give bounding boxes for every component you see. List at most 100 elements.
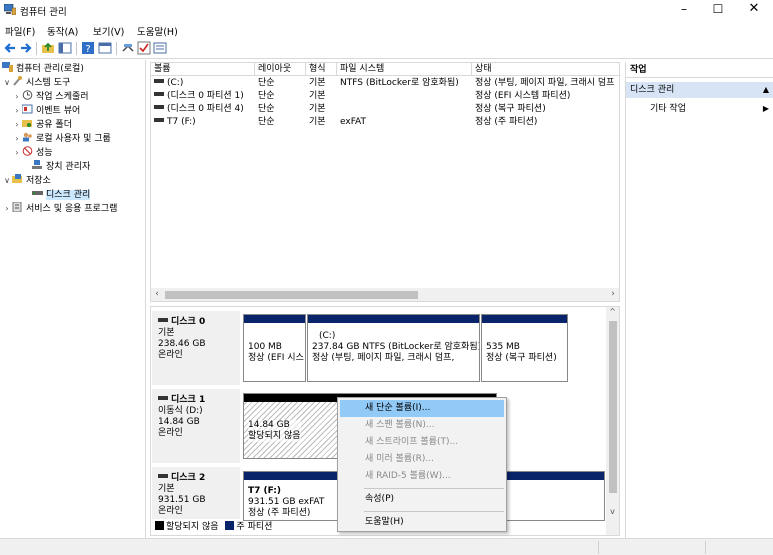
chevron-down-icon[interactable]: ∨	[2, 174, 12, 188]
menu-help[interactable]: 도움말(H)	[137, 24, 178, 38]
tree-item-performance[interactable]: › 성능	[12, 146, 53, 160]
actions-item-more-actions[interactable]: 기타 작업 ▶	[650, 102, 773, 116]
scroll-right-icon[interactable]: ›	[607, 288, 619, 301]
tree-item-services-apps[interactable]: › 서비스 및 응용 프로그램	[2, 202, 117, 216]
tree-item-disk-management[interactable]: 디스크 관리	[22, 188, 91, 202]
chevron-right-icon[interactable]: ›	[2, 202, 12, 216]
chevron-right-icon[interactable]: ›	[12, 146, 22, 160]
table-row[interactable]: (디스크 0 파티션 4) 단순 기본 정상 (복구 파티션)	[151, 103, 619, 116]
navigation-tree: 컴퓨터 관리(로컬) ∨ 시스템 도구 › 작업 스케줄러 › 이벤트 뷰어 › 공유 …	[0, 60, 146, 538]
horizontal-scrollbar[interactable]: ‹ ›	[151, 288, 619, 301]
menu-new-spanned-volume: 새 스팬 볼륨(N)...	[365, 420, 435, 430]
tree-item-task-scheduler[interactable]: › 작업 스케줄러	[12, 90, 89, 104]
actions-pane: 작업 디스크 관리 ▲ 기타 작업 ▶	[625, 62, 773, 538]
up-folder-icon[interactable]	[41, 41, 55, 55]
toolbar-separator	[76, 42, 77, 55]
tree-item-device-manager[interactable]: 장치 관리자	[22, 160, 90, 174]
close-button[interactable]: ✕	[737, 0, 771, 20]
partition-efi[interactable]: 100 MB 정상 (EFI 시스	[243, 314, 306, 382]
maximize-button[interactable]: ☐	[701, 0, 735, 20]
table-row[interactable]: (C:) 단순 기본 NTFS (BitLocker로 암호화됨) 정상 (부팅…	[151, 77, 619, 90]
partition-c[interactable]: (C:) 237.84 GB NTFS (BitLocker로 암호화됨) 정상…	[307, 314, 480, 382]
disk-management-icon	[32, 191, 43, 195]
computer-management-icon	[4, 4, 16, 15]
tree-item-shared-folders[interactable]: › 공유 폴더	[12, 118, 72, 132]
disk-icon	[158, 318, 168, 322]
volume-icon	[154, 92, 164, 96]
performance-icon	[22, 146, 33, 156]
status-divider	[598, 541, 599, 554]
back-arrow-icon[interactable]	[3, 41, 17, 55]
scroll-down-icon[interactable]: v	[606, 507, 619, 519]
help-icon[interactable]: ?	[81, 41, 95, 55]
column-header-type[interactable]: 형식	[306, 63, 337, 76]
legend-swatch-unallocated	[155, 521, 164, 530]
disk-0-label[interactable]: 디스크 0 기본 238.46 GB 온라인	[152, 311, 240, 385]
window-title: 컴퓨터 관리	[20, 7, 67, 18]
toolbar: ?	[0, 39, 773, 59]
table-row[interactable]: (디스크 0 파티션 1) 단순 기본 정상 (EFI 시스템 파티션)	[151, 90, 619, 103]
column-header-volume[interactable]: 볼륨	[151, 63, 255, 76]
scroll-up-icon[interactable]: ^	[606, 307, 619, 319]
chevron-right-icon[interactable]: ›	[12, 118, 22, 132]
menu-action[interactable]: 동작(A)	[47, 24, 78, 38]
volume-icon	[154, 105, 164, 109]
tree-item-system-tools[interactable]: ∨ 시스템 도구	[2, 76, 70, 90]
disk-2-label[interactable]: 디스크 2 기본 931.51 GB 온라인	[152, 467, 240, 519]
tree-item-local-users-groups[interactable]: › 로컬 사용자 및 그룹	[12, 132, 111, 146]
svg-text:?: ?	[85, 44, 90, 55]
show-tree-icon[interactable]	[58, 41, 72, 55]
tools-icon	[13, 76, 22, 86]
menu-new-raid5-volume: 새 RAID-5 볼륨(W)...	[365, 471, 451, 481]
forward-arrow-icon[interactable]	[19, 41, 33, 55]
column-header-status[interactable]: 상태	[472, 63, 619, 76]
toolbar-separator	[116, 42, 117, 55]
computer-management-icon	[2, 62, 13, 72]
computer-management-window: 컴퓨터 관리 – ☐ ✕ 파일(F) 동작(A) 보기(V) 도움말(H) ? …	[0, 0, 773, 555]
tree-item-storage[interactable]: ∨ 저장소	[2, 174, 51, 188]
users-icon	[23, 132, 32, 142]
menu-file[interactable]: 파일(F)	[5, 24, 35, 38]
chevron-right-icon[interactable]: ›	[12, 90, 22, 104]
toolbar-separator	[36, 42, 37, 55]
volume-list: 볼륨 레이아웃 형식 파일 시스템 상태 (C:) 단순 기본 NTFS (Bi…	[150, 62, 620, 302]
column-header-layout[interactable]: 레이아웃	[255, 63, 306, 76]
menu-properties[interactable]: 속성(P)	[340, 491, 504, 508]
vertical-scrollbar[interactable]: ^ v	[606, 307, 619, 535]
column-header-file-system[interactable]: 파일 시스템	[337, 63, 472, 76]
volume-icon	[154, 79, 164, 83]
menu-help[interactable]: 도움말(H)	[340, 514, 504, 531]
menu-new-striped-volume: 새 스트라이프 볼륨(T)...	[365, 437, 459, 447]
chevron-down-icon[interactable]: ∨	[2, 76, 12, 90]
disk-icon	[158, 396, 168, 400]
partition-color-bar	[482, 315, 567, 323]
table-row[interactable]: T7 (F:) 단순 기본 exFAT 정상 (주 파티션)	[151, 116, 619, 129]
scrollbar-thumb[interactable]	[609, 321, 617, 493]
submenu-arrow-icon: ▶	[762, 104, 769, 113]
tree-item-computer-management[interactable]: 컴퓨터 관리(로컬)	[2, 62, 84, 76]
collapse-up-icon[interactable]: ▲	[763, 82, 769, 98]
properties-icon[interactable]	[98, 41, 112, 55]
scroll-left-icon[interactable]: ‹	[151, 288, 163, 301]
chevron-right-icon[interactable]: ›	[12, 104, 22, 118]
connect-icon[interactable]	[121, 41, 135, 55]
partition-legend: 할당되지 않음 주 파티션	[155, 521, 272, 533]
scrollbar-thumb[interactable]	[165, 291, 418, 299]
partition-recovery[interactable]: 535 MB 정상 (복구 파티션)	[481, 314, 568, 382]
event-viewer-icon	[22, 104, 33, 114]
shared-folder-icon	[22, 120, 32, 127]
minimize-button[interactable]: –	[667, 0, 701, 20]
tree-item-event-viewer[interactable]: › 이벤트 뷰어	[12, 104, 80, 118]
view-icon[interactable]	[153, 41, 167, 55]
chevron-right-icon[interactable]: ›	[12, 132, 22, 146]
menu-view[interactable]: 보기(V)	[93, 24, 124, 38]
context-menu: 새 단순 볼륨(I)... 새 스팬 볼륨(N)... 새 스트라이프 볼륨(T…	[337, 397, 507, 532]
volume-icon	[154, 118, 164, 122]
legend-swatch-primary	[225, 521, 235, 530]
actions-header: 작업	[626, 62, 773, 78]
disk-1-label[interactable]: 디스크 1 이동식 (D:) 14.84 GB 온라인	[152, 389, 240, 463]
menu-new-simple-volume[interactable]: 새 단순 볼륨(I)...	[340, 400, 504, 417]
check-icon[interactable]	[137, 41, 151, 55]
menu-separator	[364, 511, 504, 512]
actions-group-disk-management[interactable]: 디스크 관리 ▲	[626, 82, 773, 98]
